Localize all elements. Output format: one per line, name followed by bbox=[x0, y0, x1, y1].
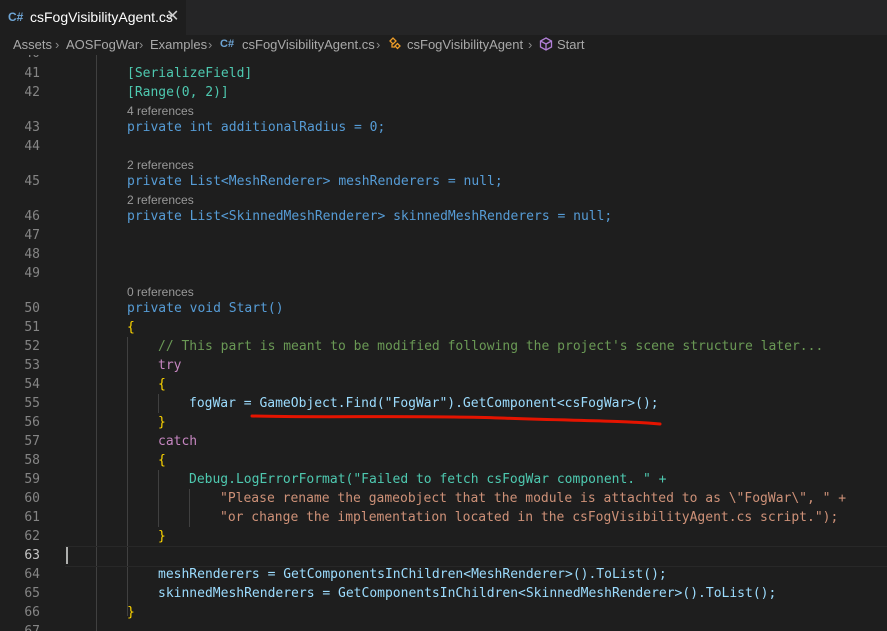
breadcrumb-aosfogwar[interactable]: AOSFogWar bbox=[66, 37, 139, 52]
chevron-right-icon: › bbox=[55, 37, 60, 52]
tab-label: csFogVisibilityAgent.cs bbox=[30, 9, 173, 25]
method-icon bbox=[538, 36, 554, 55]
csharp-file-icon: C# bbox=[220, 38, 235, 50]
breadcrumb-class[interactable]: csFogVisibilityAgent bbox=[407, 37, 523, 52]
chevron-right-icon: › bbox=[376, 37, 381, 52]
close-icon[interactable]: ✕ bbox=[166, 7, 179, 25]
breadcrumb-assets[interactable]: Assets bbox=[13, 37, 52, 52]
breadcrumb: Assets › AOSFogWar › Examples › C# csFog… bbox=[0, 35, 887, 55]
breadcrumb-examples[interactable]: Examples bbox=[150, 37, 207, 52]
chevron-right-icon: › bbox=[139, 37, 144, 52]
class-icon bbox=[387, 36, 403, 55]
breadcrumb-file[interactable]: csFogVisibilityAgent.cs bbox=[242, 37, 375, 52]
red-underline-annotation bbox=[250, 414, 662, 426]
tab-bar: C# csFogVisibilityAgent.cs ✕ bbox=[0, 0, 887, 35]
csharp-file-icon: C# bbox=[8, 10, 24, 24]
code-editor[interactable]: 40 41 42 43 44 45 46 47 48 49 50 51 52 5… bbox=[0, 55, 887, 631]
tab-csfogvisibilityagent[interactable]: C# csFogVisibilityAgent.cs ✕ bbox=[0, 0, 186, 35]
breadcrumb-method[interactable]: Start bbox=[557, 37, 584, 52]
chevron-right-icon: › bbox=[208, 37, 213, 52]
chevron-right-icon: › bbox=[528, 37, 533, 52]
